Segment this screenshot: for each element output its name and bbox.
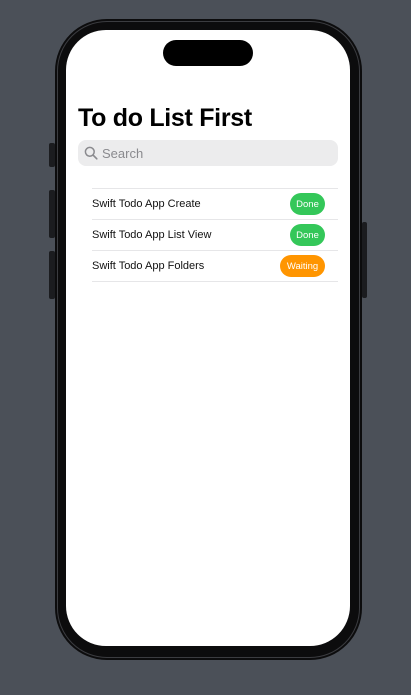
todo-title: Swift Todo App List View xyxy=(92,229,212,241)
todo-row[interactable]: Swift Todo App List View Done xyxy=(92,220,338,251)
status-badge: Waiting xyxy=(280,255,325,277)
status-badge: Done xyxy=(290,193,325,215)
status-badge: Done xyxy=(290,224,325,246)
dynamic-island xyxy=(163,40,253,66)
power-button xyxy=(362,222,367,298)
todo-list: Swift Todo App Create Done Swift Todo Ap… xyxy=(92,188,338,282)
todo-title: Swift Todo App Folders xyxy=(92,260,205,272)
todo-row[interactable]: Swift Todo App Create Done xyxy=(92,189,338,220)
phone-screen: To do List First Swift Todo App Create D… xyxy=(66,30,350,646)
todo-row[interactable]: Swift Todo App Folders Waiting xyxy=(92,251,338,282)
todo-title: Swift Todo App Create xyxy=(92,198,201,210)
search-bar[interactable] xyxy=(78,140,338,166)
page-title: To do List First xyxy=(78,104,252,132)
search-icon xyxy=(83,146,98,161)
search-input[interactable] xyxy=(102,143,322,163)
